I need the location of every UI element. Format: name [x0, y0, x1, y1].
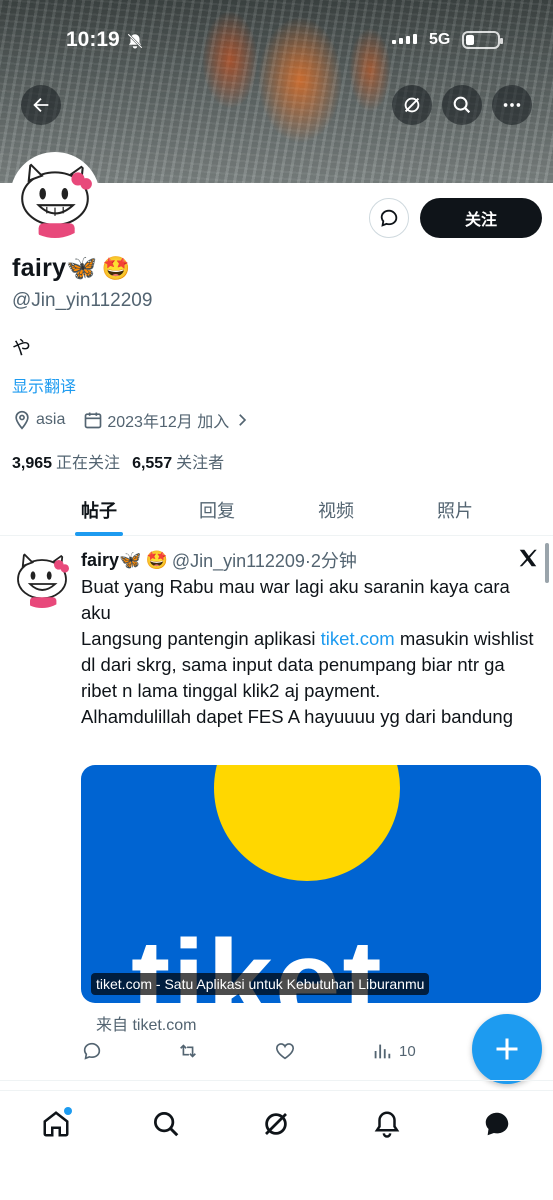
profile-bio: や: [12, 338, 32, 359]
followers-count: 6,557: [132, 455, 173, 472]
followers-link[interactable]: 6,557 关注者: [132, 449, 224, 473]
plus-icon: [496, 1038, 518, 1060]
back-button[interactable]: [21, 85, 61, 125]
tweet-text-line3: Alhamdulillah dapet FES A hayuuuu yg dar…: [81, 706, 513, 727]
tab-photos[interactable]: 照片: [396, 483, 514, 536]
tweet-text: Buat yang Rabu mau war lagi aku saranin …: [81, 574, 543, 730]
tab-photos-label: 照片: [437, 500, 473, 521]
nav-home[interactable]: [41, 1107, 72, 1139]
card-source[interactable]: 来自 tiket.com: [96, 1011, 196, 1035]
views-count: 10: [399, 1042, 416, 1060]
grok-button[interactable]: [392, 85, 432, 125]
chevron-right-icon[interactable]: [233, 411, 251, 429]
tweet-text-line2-pre: Langsung pantengin aplikasi: [81, 628, 321, 649]
bell-slash-icon: [127, 33, 143, 49]
like-button[interactable]: [274, 1040, 296, 1062]
nav-grok[interactable]: [261, 1109, 291, 1139]
battery-icon: [462, 31, 503, 49]
link-card[interactable]: tiket tiket.com - Satu Aplikasi untuk Ke…: [81, 765, 541, 1003]
reply-icon: [83, 1042, 101, 1060]
x-logo-icon: [519, 549, 537, 567]
grok-icon: [265, 1113, 287, 1135]
profile-name-emoji: 🤩: [101, 255, 131, 281]
message-button[interactable]: [369, 198, 409, 238]
profile-name: fairy🦋: [12, 254, 98, 282]
following-link[interactable]: 3,965 正在关注: [12, 449, 120, 473]
nav-notifications[interactable]: [372, 1109, 402, 1139]
tweet-link[interactable]: tiket.com: [321, 628, 395, 649]
scrollbar[interactable]: [545, 543, 549, 583]
chat-bubble-icon: [485, 1112, 509, 1136]
profile-location: asia: [36, 411, 66, 428]
follow-button[interactable]: 关注: [420, 198, 542, 238]
profile-joined[interactable]: 2023年12月 加入: [107, 408, 229, 432]
reply-button[interactable]: [81, 1040, 103, 1062]
profile-stats: 3,965 正在关注 6,557 关注者: [12, 449, 224, 473]
tweet-text-line1: Buat yang Rabu mau war lagi aku saranin …: [81, 576, 510, 623]
bell-icon: [374, 1111, 400, 1138]
profile-handle: @Jin_yin112209: [12, 290, 153, 311]
search-icon: [154, 1112, 179, 1137]
profile-name-row: fairy🦋 🤩: [12, 254, 130, 283]
nav-messages[interactable]: [482, 1109, 512, 1139]
search-button[interactable]: [442, 85, 482, 125]
more-icon: [503, 103, 521, 107]
hello-kitty-avatar-icon: [12, 548, 72, 608]
tweet-handle-time: @Jin_yin112209·2分钟: [171, 551, 357, 571]
followers-label: 关注者: [176, 455, 225, 472]
following-count: 3,965: [12, 455, 53, 472]
profile-tabs: 帖子 回复 视频 照片: [0, 483, 553, 536]
card-caption: tiket.com - Satu Aplikasi untuk Kebutuha…: [91, 973, 430, 995]
bottom-nav: [0, 1090, 553, 1162]
chat-bubble-icon: [380, 209, 398, 227]
retweet-icon: [180, 1044, 196, 1058]
location-pin-icon: [15, 410, 29, 430]
status-bar: 10:19 5G: [0, 28, 553, 58]
nav-search[interactable]: [151, 1109, 181, 1139]
tweet-avatar[interactable]: [12, 548, 72, 608]
search-icon: [453, 96, 471, 114]
arrow-left-icon: [33, 97, 49, 113]
compose-button[interactable]: [472, 1014, 542, 1084]
card-sun-graphic: [214, 765, 400, 881]
profile-meta: asia 2023年12月 加入: [12, 408, 251, 432]
views-button[interactable]: 10: [371, 1040, 416, 1062]
following-label: 正在关注: [56, 455, 121, 472]
calendar-icon: [85, 412, 102, 429]
network-type: 5G: [429, 31, 451, 48]
tab-posts-label: 帖子: [81, 500, 117, 521]
tab-videos[interactable]: 视频: [277, 483, 395, 536]
tab-videos-label: 视频: [318, 500, 354, 521]
tweet-author-emoji: 🤩: [145, 549, 168, 570]
translate-link[interactable]: 显示翻译: [12, 373, 76, 397]
tab-replies-label: 回复: [199, 500, 235, 521]
heart-icon: [275, 1043, 295, 1060]
profile-avatar[interactable]: [10, 152, 100, 242]
tweet-text-line2: Langsung pantengin aplikasi tiket.com ma…: [81, 626, 543, 704]
status-time: 10:19: [66, 28, 120, 51]
hello-kitty-avatar-icon: [14, 156, 96, 238]
tab-active-indicator: [75, 532, 123, 536]
notification-dot: [64, 1107, 72, 1115]
bar-chart-icon: [374, 1044, 391, 1059]
retweet-button[interactable]: [177, 1040, 199, 1062]
grok-icon: [404, 97, 420, 113]
signal-icon: [392, 34, 417, 44]
tab-replies[interactable]: 回复: [158, 483, 276, 536]
more-button[interactable]: [492, 85, 532, 125]
tweet-separator: [0, 1080, 553, 1081]
tab-posts[interactable]: 帖子: [40, 483, 158, 536]
tweet-author-name[interactable]: fairy🦋: [81, 550, 141, 571]
tweet-header: fairy🦋 🤩 @Jin_yin112209·2分钟: [81, 547, 357, 573]
